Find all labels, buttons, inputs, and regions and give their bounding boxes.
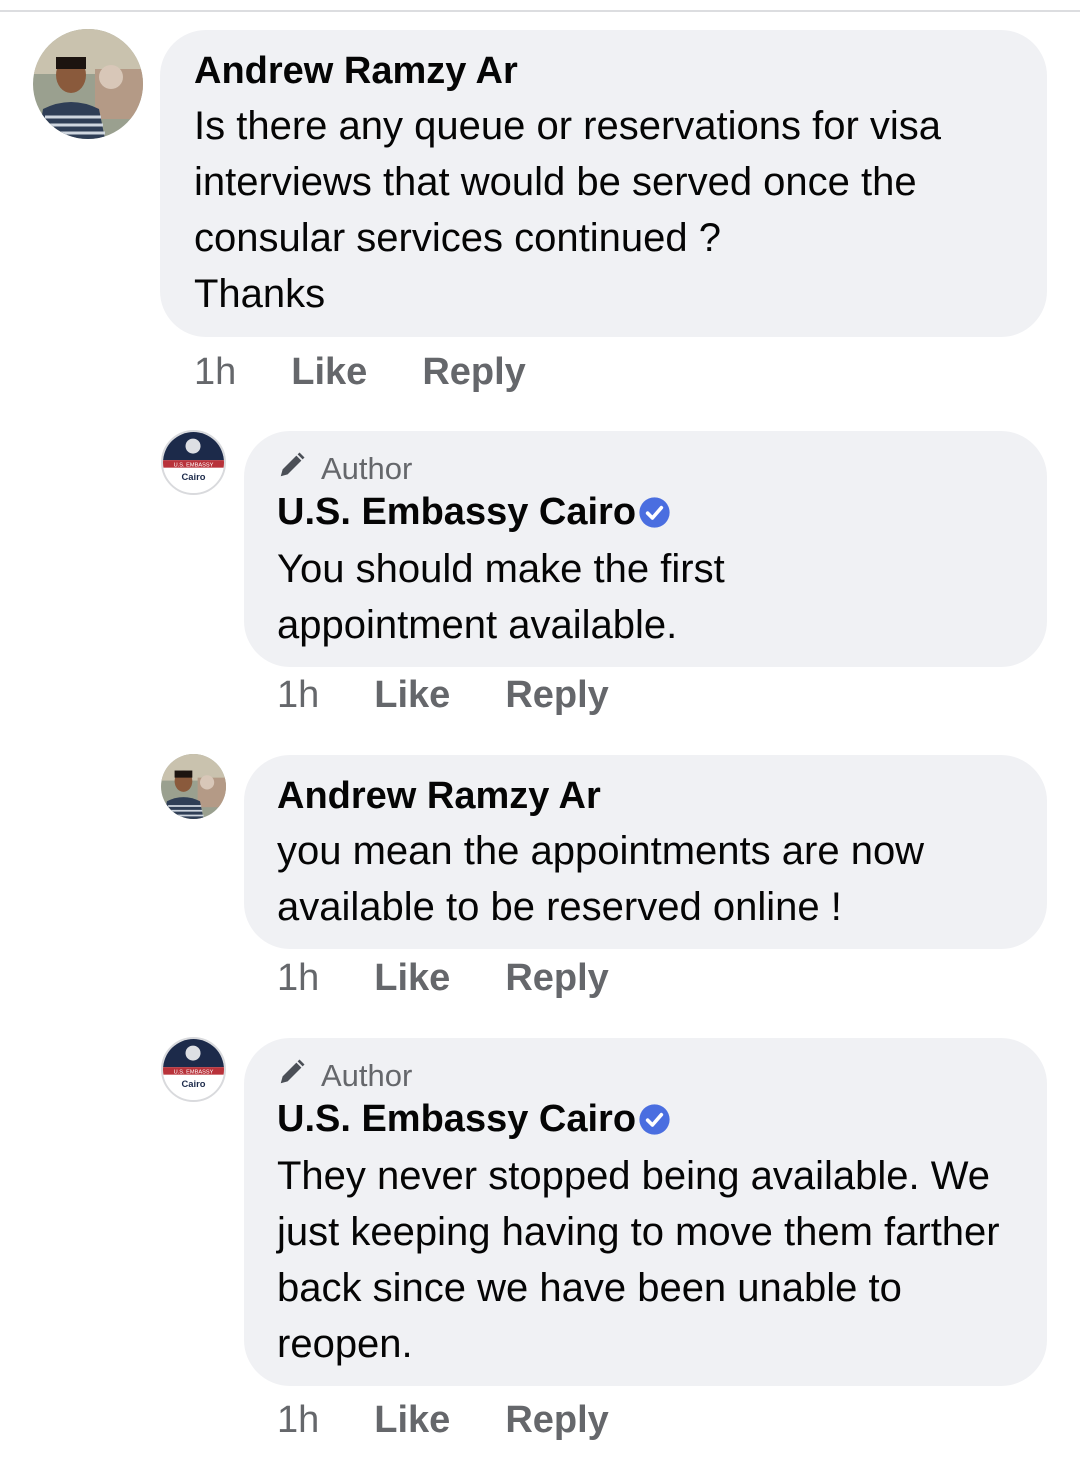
avatar[interactable]	[33, 29, 143, 139]
verified-badge-icon	[638, 1103, 671, 1136]
timestamp[interactable]: 1h	[277, 674, 319, 717]
timestamp[interactable]: 1h	[277, 1399, 319, 1442]
comment-text: They never stopped being available. We j…	[277, 1154, 1000, 1366]
like-button[interactable]: Like	[291, 351, 367, 394]
comment-bubble: Andrew Ramzy Ar you mean the appointment…	[244, 755, 1047, 949]
svg-text:U.S. EMBASSY: U.S. EMBASSY	[174, 462, 214, 468]
reply-button[interactable]: Reply	[422, 351, 525, 394]
embassy-logo: U.S. EMBASSY Cairo	[163, 1039, 224, 1100]
profile-photo	[161, 754, 226, 819]
comment-author[interactable]: U.S. Embassy Cairo	[277, 489, 1014, 535]
comment-bubble: Andrew Ramzy Ar Is there any queue or re…	[160, 30, 1047, 337]
svg-text:Cairo: Cairo	[182, 1079, 206, 1089]
svg-text:U.S. EMBASSY: U.S. EMBASSY	[174, 1069, 214, 1075]
reply-button[interactable]: Reply	[505, 674, 608, 717]
comment-actions: 1h Like Reply	[277, 670, 609, 720]
comment-bubble: Author U.S. Embassy Cairo They never sto…	[244, 1038, 1047, 1386]
comment-text: Is there any queue or reservations for v…	[194, 104, 942, 316]
author-badge-label: Author	[321, 1058, 413, 1093]
comment-text: You should make the first appointment av…	[277, 547, 725, 647]
author-badge: Author	[277, 449, 1014, 489]
comment-actions: 1h Like Reply	[277, 1395, 609, 1445]
top-divider	[0, 10, 1080, 12]
like-button[interactable]: Like	[374, 957, 450, 1000]
author-badge: Author	[277, 1056, 1014, 1096]
comment-actions: 1h Like Reply	[277, 953, 609, 1003]
timestamp[interactable]: 1h	[277, 957, 319, 1000]
svg-text:Cairo: Cairo	[182, 472, 206, 482]
reply-button[interactable]: Reply	[505, 1399, 608, 1442]
embassy-avatar[interactable]: U.S. EMBASSY Cairo	[161, 430, 226, 495]
comment-bubble: Author U.S. Embassy Cairo You should mak…	[244, 431, 1047, 667]
author-badge-label: Author	[321, 451, 413, 486]
avatar[interactable]	[161, 754, 226, 819]
comment-actions: 1h Like Reply	[194, 347, 526, 397]
pencil-icon	[277, 1057, 307, 1095]
reply-button[interactable]: Reply	[505, 957, 608, 1000]
comment-author[interactable]: Andrew Ramzy Ar	[194, 48, 1013, 94]
pencil-icon	[277, 450, 307, 488]
author-name[interactable]: U.S. Embassy Cairo	[277, 489, 636, 535]
comment-author[interactable]: Andrew Ramzy Ar	[277, 773, 1014, 819]
author-name[interactable]: U.S. Embassy Cairo	[277, 1096, 636, 1142]
profile-photo	[33, 29, 143, 139]
verified-badge-icon	[638, 496, 671, 529]
like-button[interactable]: Like	[374, 674, 450, 717]
embassy-logo: U.S. EMBASSY Cairo	[163, 432, 224, 493]
timestamp[interactable]: 1h	[194, 351, 236, 394]
comment-author[interactable]: U.S. Embassy Cairo	[277, 1096, 1014, 1142]
like-button[interactable]: Like	[374, 1399, 450, 1442]
embassy-avatar[interactable]: U.S. EMBASSY Cairo	[161, 1037, 226, 1102]
comment-text: you mean the appointments are now availa…	[277, 829, 925, 929]
